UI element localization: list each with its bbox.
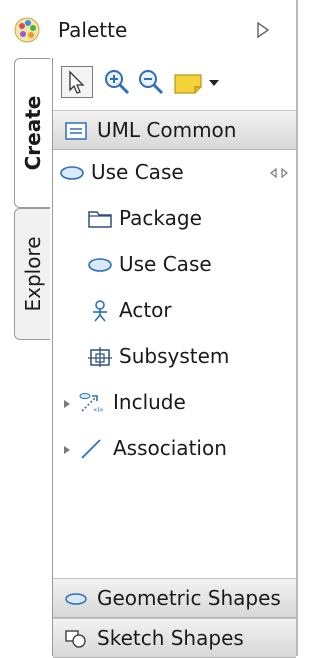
- group-use-case[interactable]: Use Case: [53, 152, 296, 194]
- list-item-label: Package: [119, 206, 202, 230]
- tab-create[interactable]: Create: [14, 58, 50, 208]
- tab-explore[interactable]: Explore: [14, 208, 50, 340]
- list-item-subsystem[interactable]: Subsystem: [53, 336, 296, 378]
- note-icon[interactable]: [171, 66, 207, 98]
- drawer-sketch-shapes[interactable]: Sketch Shapes: [53, 618, 296, 658]
- association-icon: [81, 439, 101, 459]
- zoom-in-icon[interactable]: [101, 66, 133, 98]
- group-use-case-label: Use Case: [91, 160, 184, 184]
- list-item-actor[interactable]: Actor: [53, 290, 296, 332]
- drawer-icon: [65, 122, 87, 140]
- list-item-package[interactable]: Package: [53, 198, 296, 240]
- list-item-label: Subsystem: [119, 344, 230, 368]
- select-arrow-icon: [69, 70, 85, 94]
- package-icon: [88, 211, 112, 228]
- palette-toolbar: [53, 58, 296, 110]
- list-item-label: Include: [113, 390, 186, 414]
- pin-icon[interactable]: [269, 166, 289, 180]
- sketch-shapes-icon: [65, 630, 86, 648]
- list-item-association[interactable]: Association: [53, 428, 296, 470]
- list-item-use-case[interactable]: Use Case: [53, 244, 296, 286]
- dropdown-arrow-icon[interactable]: [207, 66, 221, 98]
- use-case-icon: [60, 166, 84, 180]
- drawer-uml-common-label: UML Common: [97, 118, 237, 142]
- subsystem-icon: [88, 347, 112, 367]
- list-item-include[interactable]: «I» Include: [53, 382, 296, 424]
- tab-explore-label: Explore: [20, 236, 45, 312]
- palette-logo-icon: [14, 17, 40, 43]
- drawer-sketch-shapes-label: Sketch Shapes: [97, 626, 244, 650]
- list-item-label: Actor: [119, 298, 172, 322]
- use-case-icon: [88, 258, 112, 272]
- svg-text:«I»: «I»: [93, 406, 104, 414]
- expand-arrow-icon[interactable]: [63, 445, 71, 455]
- chevron-right-icon[interactable]: [254, 20, 272, 40]
- geometric-shapes-icon: [65, 593, 87, 605]
- select-tool-button[interactable]: [61, 66, 93, 98]
- palette-panel: Palette Create Explore UML Common Use Ca…: [0, 0, 298, 658]
- actor-icon: [93, 300, 107, 322]
- list-item-label: Use Case: [119, 252, 212, 276]
- palette-header: Palette: [0, 0, 296, 58]
- palette-title: Palette: [58, 18, 128, 42]
- include-icon: «I»: [79, 393, 104, 414]
- drawer-geometric-shapes[interactable]: Geometric Shapes: [53, 578, 296, 618]
- drawer-uml-common[interactable]: UML Common: [53, 110, 296, 150]
- palette-content: UML Common Use Case Package Use Case Act…: [52, 58, 296, 658]
- drawer-geometric-shapes-label: Geometric Shapes: [97, 586, 281, 610]
- zoom-out-icon[interactable]: [135, 66, 167, 98]
- list-item-label: Association: [113, 436, 227, 460]
- tab-create-label: Create: [20, 95, 45, 171]
- expand-arrow-icon[interactable]: [63, 399, 71, 409]
